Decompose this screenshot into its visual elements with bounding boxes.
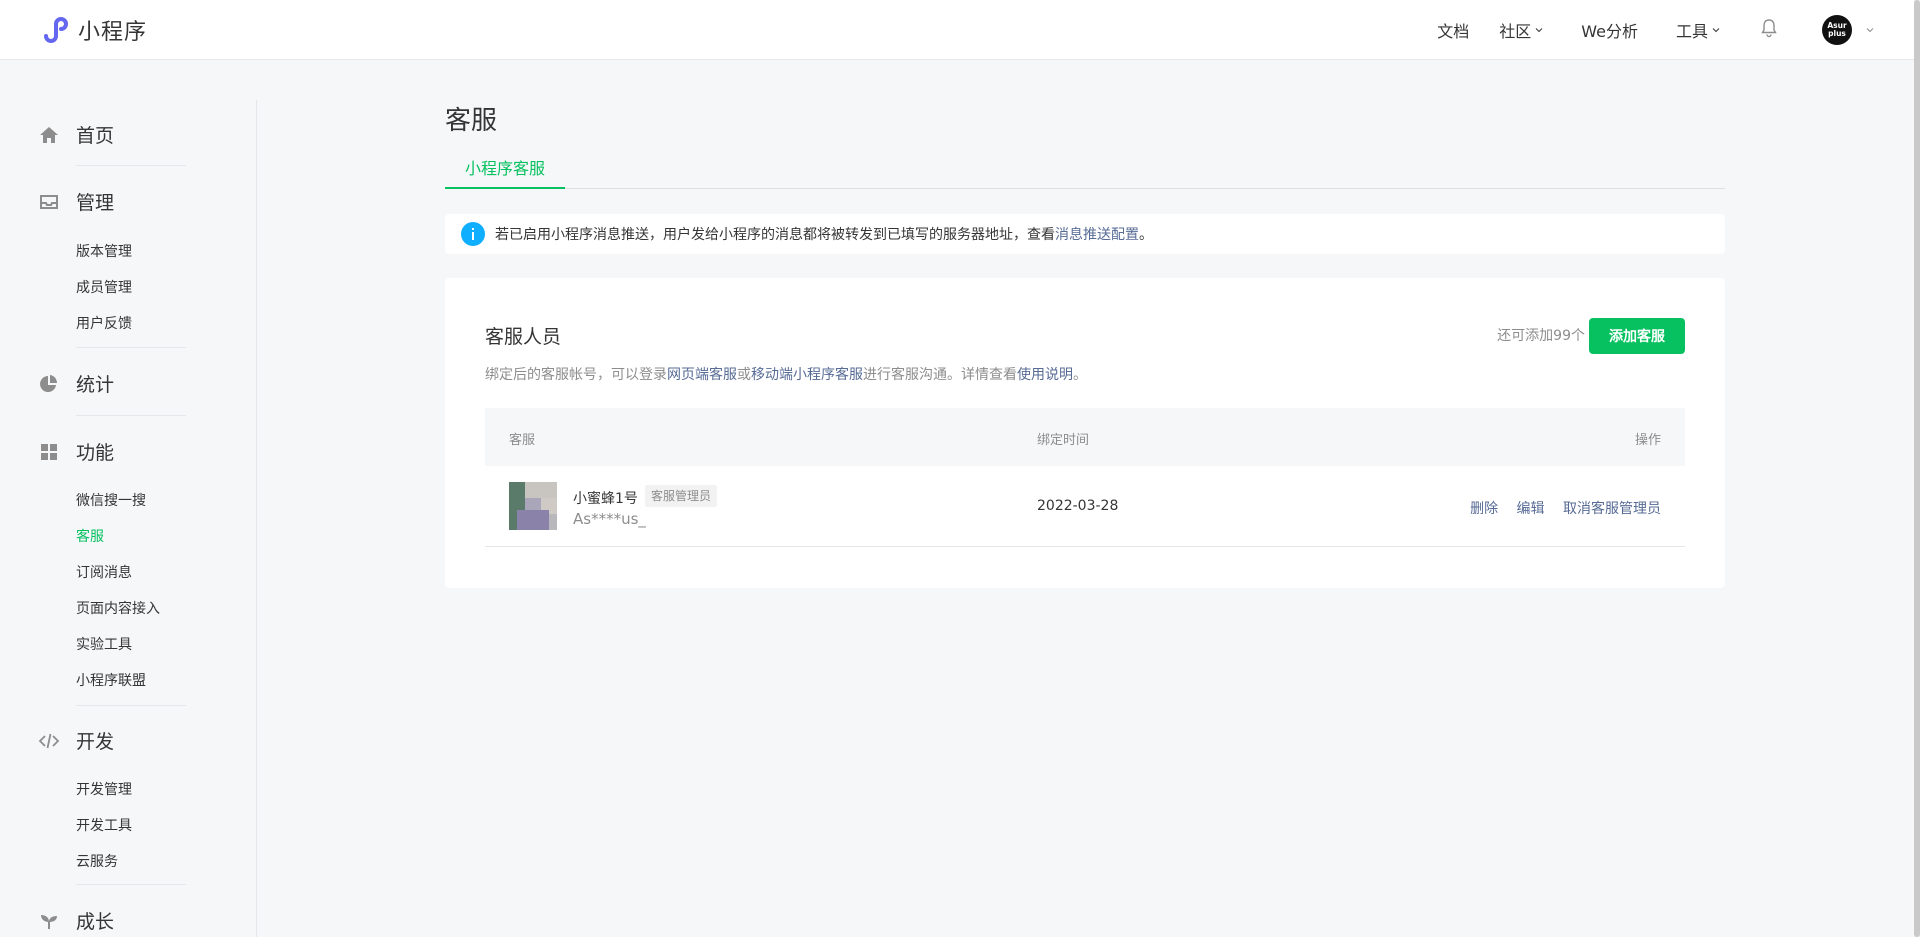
nav-tools-label: 工具	[1675, 22, 1708, 41]
tab-bar: 小程序客服	[445, 158, 1725, 189]
column-header-cs: 客服	[509, 433, 536, 448]
chevron-down-icon	[1712, 26, 1720, 34]
pie-chart-icon	[38, 373, 60, 395]
sidebar-section-home[interactable]: 首页	[38, 121, 114, 148]
account-menu[interactable]: Asur plus	[1822, 15, 1874, 45]
sidebar-item-dev-manage[interactable]: 开发管理	[76, 779, 132, 799]
sidebar-section-stats[interactable]: 统计	[38, 370, 114, 397]
scrollbar-thumb[interactable]	[1914, 0, 1920, 937]
edit-button[interactable]: 编辑	[1517, 501, 1545, 517]
sidebar-section-label: 成长	[76, 911, 115, 933]
table-header: 客服 绑定时间 操作	[485, 408, 1685, 466]
sidebar-item-page-content[interactable]: 页面内容接入	[76, 598, 160, 618]
sidebar-section-label: 功能	[76, 442, 115, 464]
nav-analytics[interactable]: We分析	[1581, 18, 1638, 42]
sidebar-item-customer-service[interactable]: 客服	[76, 526, 104, 546]
avatar-text-bottom: plus	[1828, 29, 1846, 38]
grid-icon	[38, 441, 60, 463]
sidebar-divider	[76, 415, 186, 416]
info-icon	[461, 222, 485, 246]
delete-button[interactable]: 删除	[1470, 501, 1498, 517]
column-header-bind-time: 绑定时间	[1037, 433, 1090, 448]
card-description: 绑定后的客服帐号，可以登录网页端客服或移动端小程序客服进行客服沟通。详情查看使用…	[485, 364, 1087, 384]
sidebar-divider	[76, 347, 186, 348]
sidebar-section-label: 首页	[76, 125, 115, 147]
inbox-icon	[38, 191, 60, 213]
brand-name: 小程序	[78, 20, 148, 45]
nav-tools[interactable]: 工具	[1676, 18, 1720, 42]
sidebar-item-wechat-search[interactable]: 微信搜一搜	[76, 490, 146, 510]
role-badge: 客服管理员	[645, 485, 718, 507]
top-bar: 小程序 文档 社区 We分析 工具 Asur plus	[0, 0, 1920, 60]
nav-docs[interactable]: 文档	[1437, 18, 1469, 42]
sidebar-section-features[interactable]: 功能	[38, 438, 114, 465]
sidebar-item-dev-tools[interactable]: 开发工具	[76, 815, 132, 835]
miniprogram-logo-icon	[44, 17, 68, 43]
top-nav: 文档 社区 We分析 工具 Asur plus	[1437, 0, 1920, 60]
notice-bar: 若已启用小程序消息推送，用户发给小程序的消息都将被转发到已填写的服务器地址，查看…	[445, 214, 1725, 254]
sidebar-divider	[256, 100, 257, 937]
page-title: 客服	[445, 106, 498, 136]
usage-guide-link[interactable]: 使用说明	[1017, 367, 1073, 383]
cs-table: 客服 绑定时间 操作 小蜜蜂1号 客服管理员 As****us_ 2022-03…	[485, 408, 1685, 547]
sidebar-item-experiment[interactable]: 实验工具	[76, 634, 132, 654]
sidebar-section-label: 开发	[76, 731, 115, 753]
desc-text: 绑定后的客服帐号，可以登录	[485, 367, 667, 383]
column-header-actions: 操作	[1634, 433, 1661, 448]
bind-time: 2022-03-28	[1037, 498, 1119, 514]
tab-miniprogram-cs[interactable]: 小程序客服	[445, 158, 565, 189]
nav-community[interactable]: 社区	[1499, 18, 1543, 42]
add-cs-button[interactable]: 添加客服	[1589, 318, 1685, 354]
desc-text: 。	[1073, 367, 1087, 383]
sidebar-section-label: 统计	[76, 374, 115, 396]
notice-text: 若已启用小程序消息推送，用户发给小程序的消息都将被转发到已填写的服务器地址，查看	[495, 227, 1055, 243]
sidebar-item-version[interactable]: 版本管理	[76, 241, 132, 261]
sidebar-item-members[interactable]: 成员管理	[76, 277, 132, 297]
push-config-link[interactable]: 消息推送配置	[1055, 224, 1139, 244]
avatar: Asur plus	[1822, 15, 1852, 45]
user-avatar	[509, 482, 557, 530]
mobile-cs-link[interactable]: 移动端小程序客服	[751, 367, 863, 383]
desc-text: 进行客服沟通。详情查看	[863, 367, 1017, 383]
brand[interactable]: 小程序	[38, 14, 147, 46]
cs-name: 小蜜蜂1号	[573, 491, 638, 507]
sidebar-item-subscribe-msg[interactable]: 订阅消息	[76, 562, 132, 582]
sidebar-section-label: 管理	[76, 192, 115, 214]
sidebar-section-growth[interactable]: 成长	[38, 907, 114, 934]
remaining-count: 还可添加99个	[1497, 328, 1585, 344]
web-cs-link[interactable]: 网页端客服	[667, 367, 737, 383]
cs-account: As****us_	[573, 510, 646, 528]
revoke-admin-button[interactable]: 取消客服管理员	[1563, 501, 1661, 517]
desc-text: 或	[737, 367, 751, 383]
sidebar-item-feedback[interactable]: 用户反馈	[76, 313, 132, 333]
sidebar-divider	[76, 884, 186, 885]
table-row: 小蜜蜂1号 客服管理员 As****us_ 2022-03-28 删除 编辑 取…	[485, 466, 1685, 547]
scrollbar[interactable]	[1914, 0, 1920, 937]
sidebar-item-alliance[interactable]: 小程序联盟	[76, 670, 146, 690]
cs-staff-card: 客服人员 绑定后的客服帐号，可以登录网页端客服或移动端小程序客服进行客服沟通。详…	[445, 278, 1725, 588]
sidebar-item-cloud[interactable]: 云服务	[76, 851, 118, 871]
sidebar-divider	[76, 705, 186, 706]
code-icon	[38, 730, 60, 752]
row-actions: 删除 编辑 取消客服管理员	[1456, 498, 1661, 518]
bell-icon[interactable]	[1760, 18, 1778, 42]
home-icon	[38, 124, 60, 146]
sprout-icon	[38, 910, 60, 932]
sidebar-section-manage[interactable]: 管理	[38, 188, 114, 215]
chevron-down-icon	[1866, 26, 1874, 34]
sidebar-section-develop[interactable]: 开发	[38, 727, 114, 754]
notice-suffix: 。	[1139, 227, 1153, 243]
nav-community-label: 社区	[1499, 22, 1532, 41]
card-title: 客服人员	[485, 326, 562, 348]
sidebar-divider	[76, 165, 186, 166]
chevron-down-icon	[1535, 26, 1543, 34]
